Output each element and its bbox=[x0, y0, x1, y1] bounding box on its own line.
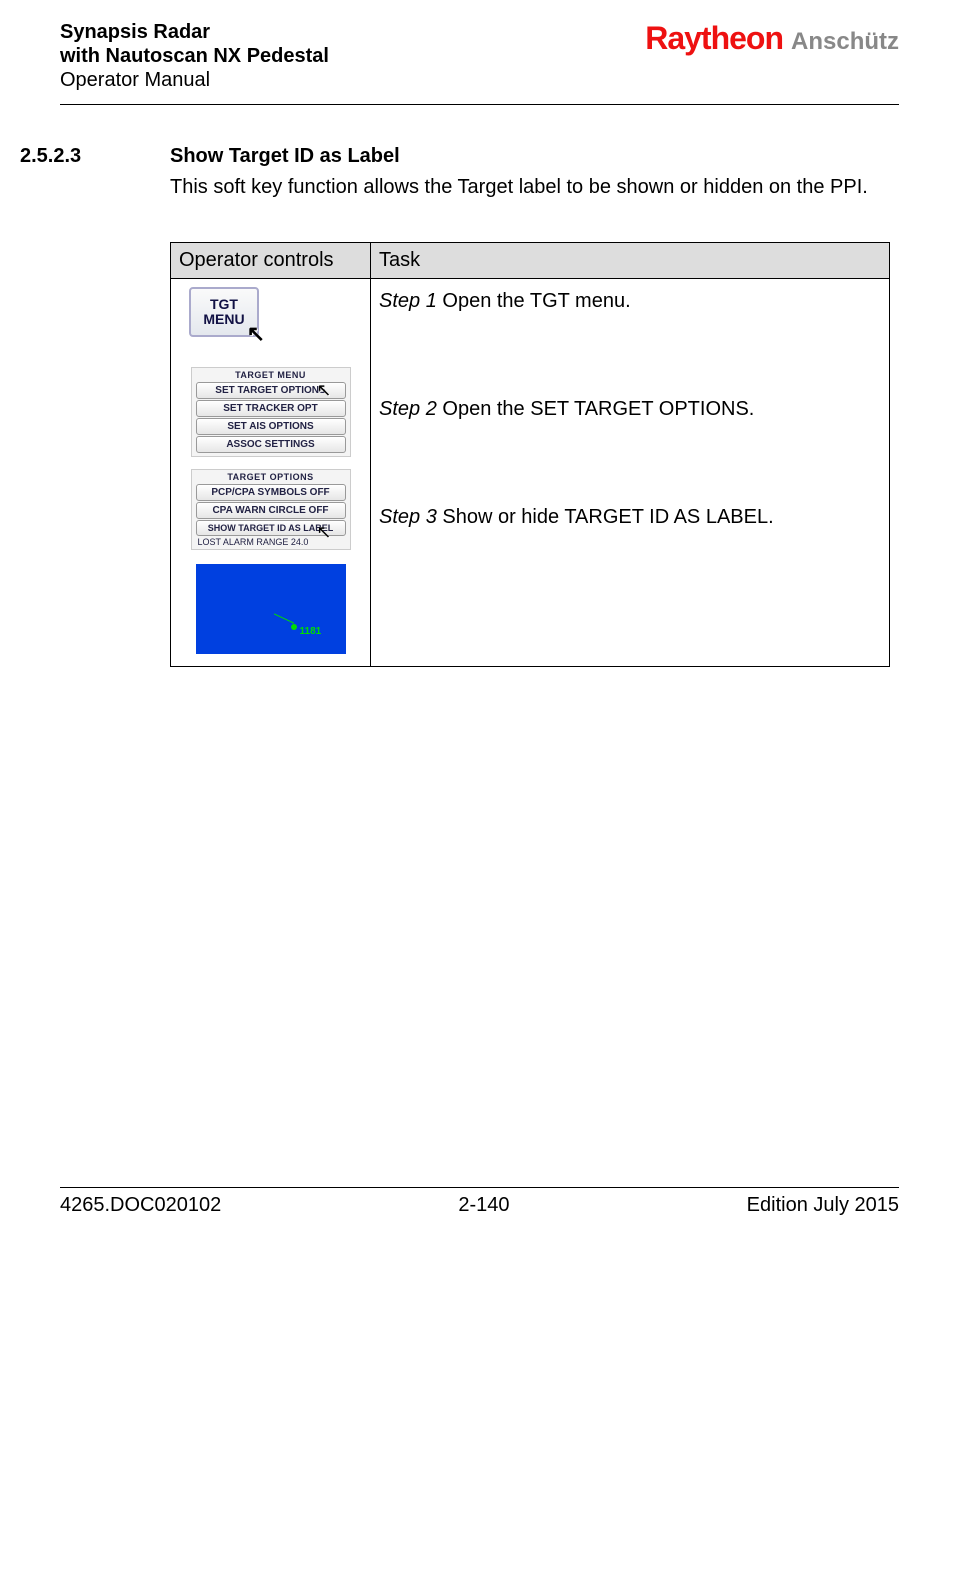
cursor-icon: ↖ bbox=[316, 380, 331, 401]
assoc-settings-button[interactable]: ASSOC SETTINGS bbox=[196, 436, 346, 453]
doc-title-block: Synapsis Radar with Nautoscan NX Pedesta… bbox=[60, 20, 329, 92]
step2-prefix: Step 2 bbox=[379, 398, 437, 420]
doc-title-line2: with Nautoscan NX Pedestal bbox=[60, 44, 329, 68]
tgt-btn-line1: TGT bbox=[210, 296, 238, 312]
brand-block: Raytheon Anschütz bbox=[645, 20, 899, 57]
step1-text: Open the TGT menu. bbox=[437, 290, 631, 312]
task-cell: Step 1 Open the TGT menu. Step 2 Open th… bbox=[371, 279, 890, 667]
step3-text: Show or hide TARGET ID AS LABEL. bbox=[437, 506, 774, 528]
step-2: Step 2 Open the SET TARGET OPTIONS. bbox=[379, 395, 881, 423]
header-rule bbox=[60, 104, 899, 105]
target-id-label: 1181 bbox=[300, 626, 322, 637]
section-text: This soft key function allows the Target… bbox=[170, 172, 899, 202]
page-header: Synapsis Radar with Nautoscan NX Pedesta… bbox=[60, 20, 899, 92]
table-header-task: Task bbox=[371, 243, 890, 279]
footer-docnum: 4265.DOC020102 bbox=[60, 1194, 221, 1217]
set-ais-options-button[interactable]: SET AIS OPTIONS bbox=[196, 418, 346, 435]
cursor-icon: ↖ bbox=[316, 522, 331, 543]
table-header-controls: Operator controls bbox=[171, 243, 371, 279]
target-menu-panel: TARGET MENU SET TARGET OPTIONS SET TRACK… bbox=[191, 367, 351, 457]
tgt-btn-line2: MENU bbox=[203, 311, 244, 327]
section-number: 2.5.2.3 bbox=[20, 145, 170, 242]
footer-page: 2-140 bbox=[458, 1194, 509, 1217]
ppi-preview: 1181 bbox=[196, 564, 346, 654]
step2-text: Open the SET TARGET OPTIONS. bbox=[437, 398, 755, 420]
tgt-menu-button[interactable]: TGT MENU ↖ bbox=[189, 287, 259, 337]
section-block: 2.5.2.3 Show Target ID as Label This sof… bbox=[20, 145, 899, 242]
page-footer: 4265.DOC020102 2-140 Edition July 2015 bbox=[60, 1187, 899, 1217]
target-vector bbox=[273, 613, 293, 623]
pcp-cpa-symbols-button[interactable]: PCP/CPA SYMBOLS OFF bbox=[196, 484, 346, 501]
step-3: Step 3 Show or hide TARGET ID AS LABEL. bbox=[379, 503, 881, 531]
footer-edition: Edition July 2015 bbox=[747, 1194, 899, 1217]
target-options-panel: TARGET OPTIONS PCP/CPA SYMBOLS OFF CPA W… bbox=[191, 469, 351, 550]
cursor-icon: ↖ bbox=[247, 321, 265, 347]
operator-table: Operator controls Task TGT MENU ↖ TARGET… bbox=[170, 242, 890, 667]
brand-anschutz: Anschütz bbox=[791, 28, 899, 56]
target-options-title: TARGET OPTIONS bbox=[194, 472, 348, 482]
doc-title-line3: Operator Manual bbox=[60, 68, 329, 92]
target-dot-icon bbox=[291, 624, 297, 630]
step1-prefix: Step 1 bbox=[379, 290, 437, 312]
footer-rule bbox=[60, 1187, 899, 1188]
operator-controls-cell: TGT MENU ↖ TARGET MENU SET TARGET OPTION… bbox=[171, 279, 371, 667]
cpa-warn-circle-button[interactable]: CPA WARN CIRCLE OFF bbox=[196, 502, 346, 519]
brand-raytheon: Raytheon bbox=[645, 20, 783, 57]
target-menu-title: TARGET MENU bbox=[194, 370, 348, 380]
step3-prefix: Step 3 bbox=[379, 506, 437, 528]
doc-title-line1: Synapsis Radar bbox=[60, 20, 329, 44]
step-1: Step 1 Open the TGT menu. bbox=[379, 287, 881, 315]
section-title: Show Target ID as Label bbox=[170, 145, 899, 168]
set-tracker-opt-button[interactable]: SET TRACKER OPT bbox=[196, 400, 346, 417]
